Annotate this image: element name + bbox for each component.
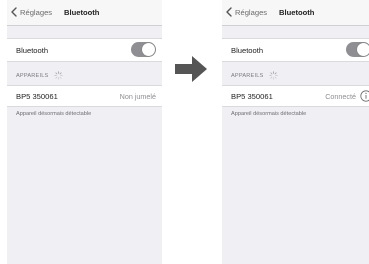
back-button[interactable]: Réglages	[10, 5, 52, 19]
devices-section-header: APPAREILS	[16, 71, 64, 80]
device-row[interactable]: BP5 350061 Non jumelé	[7, 85, 162, 107]
page-title: Bluetooth	[279, 8, 315, 17]
navigation-bar: Réglages Bluetooth	[7, 0, 162, 26]
spinner-icon	[54, 71, 64, 80]
section-header-label: APPAREILS	[231, 72, 264, 79]
devices-section-header: APPAREILS	[231, 71, 279, 80]
chevron-left-icon	[11, 7, 17, 17]
screen-before: Réglages Bluetooth Bluetooth APPAREILS B…	[7, 0, 162, 264]
bluetooth-toggle[interactable]	[131, 42, 156, 57]
bluetooth-row: Bluetooth	[7, 38, 162, 62]
screen-after: Réglages Bluetooth Bluetooth APPAREILS B…	[222, 0, 369, 264]
chevron-left-icon	[226, 7, 232, 17]
spinner-icon	[269, 71, 279, 80]
navigation-bar: Réglages Bluetooth	[222, 0, 369, 26]
toggle-knob	[357, 43, 369, 56]
bluetooth-label: Bluetooth	[231, 46, 264, 55]
device-status: Connecté	[325, 92, 356, 101]
toggle-knob	[142, 43, 155, 56]
info-icon[interactable]	[360, 90, 369, 102]
arrow-right-icon	[175, 56, 207, 82]
bluetooth-label: Bluetooth	[16, 46, 49, 55]
discoverable-note: Appareil désormais détectable	[231, 111, 307, 117]
section-header-label: APPAREILS	[16, 72, 49, 79]
device-status: Non jumelé	[119, 92, 156, 101]
discoverable-note: Appareil désormais détectable	[16, 111, 92, 117]
device-name: BP5 350061	[16, 92, 58, 101]
bluetooth-toggle[interactable]	[346, 42, 369, 57]
device-row[interactable]: BP5 350061 Connecté	[222, 85, 369, 107]
back-label: Réglages	[20, 7, 53, 17]
back-button[interactable]: Réglages	[225, 5, 267, 19]
page-title: Bluetooth	[64, 8, 100, 17]
bluetooth-row: Bluetooth	[222, 38, 369, 62]
device-name: BP5 350061	[231, 92, 273, 101]
back-label: Réglages	[235, 7, 268, 17]
